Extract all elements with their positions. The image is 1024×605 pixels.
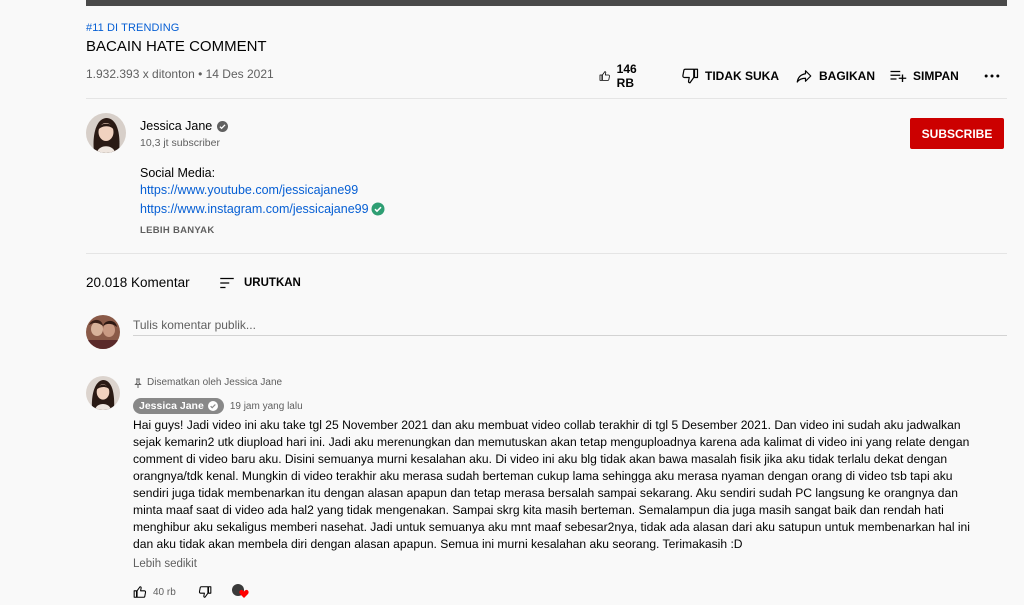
comment-meta: Jessica Jane 19 jam yang lalu bbox=[133, 398, 303, 414]
sort-icon bbox=[220, 277, 234, 289]
youtube-link[interactable]: https://www.youtube.com/jessicajane99 bbox=[140, 183, 358, 197]
dislike-label: TIDAK SUKA bbox=[705, 69, 779, 83]
description-label: Social Media: bbox=[140, 166, 216, 180]
save-label: SIMPAN bbox=[913, 69, 959, 83]
creator-heart bbox=[231, 584, 250, 600]
more-actions-button[interactable] bbox=[982, 66, 1008, 86]
sort-comments-button[interactable]: URUTKAN bbox=[218, 274, 301, 292]
more-horizontal-icon bbox=[984, 74, 1000, 78]
verified-badge-icon bbox=[217, 120, 229, 132]
subscriber-count: 10,3 jt subscriber bbox=[140, 137, 220, 149]
instagram-link[interactable]: https://www.instagram.com/jessicajane99 bbox=[140, 202, 369, 216]
comment-text: Hai guys! Jadi video ini aku take tgl 25… bbox=[133, 418, 970, 551]
check-circle-icon bbox=[371, 202, 385, 216]
comment-author-avatar[interactable] bbox=[86, 376, 120, 410]
share-icon bbox=[796, 70, 812, 83]
show-less-button[interactable]: Lebih sedikit bbox=[133, 558, 197, 570]
channel-name-text: Jessica Jane bbox=[140, 119, 213, 133]
show-more-button[interactable]: LEBIH BANYAK bbox=[140, 225, 215, 236]
comment-author-name: Jessica Jane bbox=[139, 400, 204, 412]
comment-count: 20.018 Komentar bbox=[86, 275, 190, 290]
video-player-bottom[interactable] bbox=[86, 0, 1007, 6]
dislike-button[interactable]: TIDAK SUKA bbox=[681, 67, 779, 85]
trending-hashtag[interactable]: #11 DI TRENDING bbox=[86, 22, 179, 34]
share-button[interactable]: BAGIKAN bbox=[795, 67, 875, 85]
divider bbox=[86, 253, 1007, 254]
pin-icon bbox=[134, 378, 142, 388]
pinned-indicator: Disematkan oleh Jessica Jane bbox=[133, 377, 282, 388]
playlist-add-icon bbox=[890, 70, 907, 82]
channel-name[interactable]: Jessica Jane bbox=[140, 119, 229, 133]
comment-like-button[interactable]: 40 rb bbox=[133, 585, 176, 599]
thumbs-up-icon bbox=[133, 586, 147, 598]
channel-avatar[interactable] bbox=[86, 113, 126, 153]
add-comment-input[interactable] bbox=[133, 314, 1007, 336]
share-label: BAGIKAN bbox=[819, 69, 875, 83]
comment-like-count: 40 rb bbox=[153, 586, 176, 598]
user-avatar bbox=[86, 315, 120, 349]
comment-timestamp[interactable]: 19 jam yang lalu bbox=[230, 401, 303, 412]
comment-author-chip[interactable]: Jessica Jane bbox=[133, 398, 224, 414]
view-count-date: 1.932.393 x ditonton • 14 Des 2021 bbox=[86, 67, 274, 81]
subscribe-button[interactable]: SUBSCRIBE bbox=[910, 118, 1004, 149]
thumbs-down-icon bbox=[198, 586, 212, 598]
like-count: 146 RB bbox=[616, 62, 637, 90]
thumbs-down-icon bbox=[682, 68, 699, 84]
verified-badge-icon bbox=[207, 401, 218, 411]
heart-icon bbox=[239, 589, 249, 598]
save-button[interactable]: SIMPAN bbox=[889, 67, 959, 85]
divider bbox=[86, 98, 1007, 99]
instagram-link-row: https://www.instagram.com/jessicajane99 bbox=[140, 202, 385, 216]
thumbs-up-icon bbox=[599, 71, 610, 81]
comment-dislike-button[interactable] bbox=[198, 585, 212, 599]
pinned-label: Disematkan oleh Jessica Jane bbox=[147, 377, 283, 388]
video-title: BACAIN HATE COMMENT bbox=[86, 38, 267, 55]
comment-actions: 40 rb bbox=[133, 584, 250, 600]
like-button[interactable]: 146 RB bbox=[599, 62, 643, 90]
sort-label: URUTKAN bbox=[244, 277, 301, 289]
